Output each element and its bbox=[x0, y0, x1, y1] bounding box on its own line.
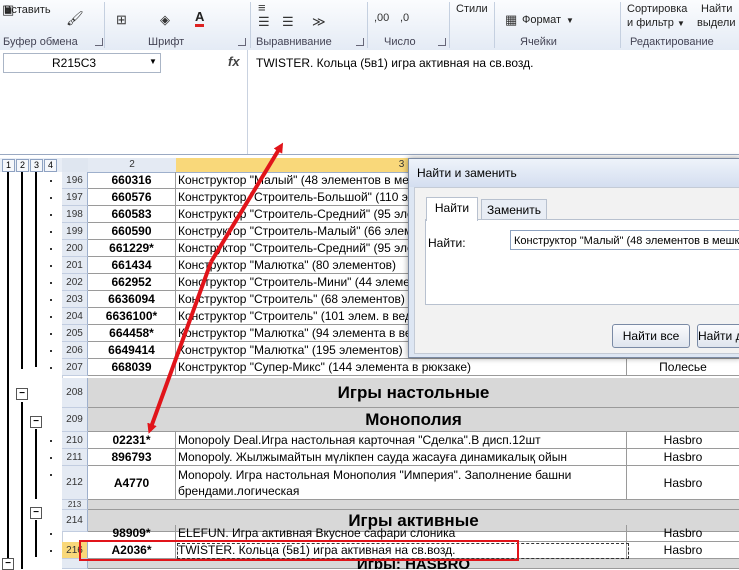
arrow-to-cell bbox=[147, 261, 213, 434]
annotation-arrow bbox=[147, 142, 284, 434]
arrow-to-formula bbox=[209, 142, 284, 264]
tab-find[interactable]: Найти bbox=[426, 197, 478, 221]
